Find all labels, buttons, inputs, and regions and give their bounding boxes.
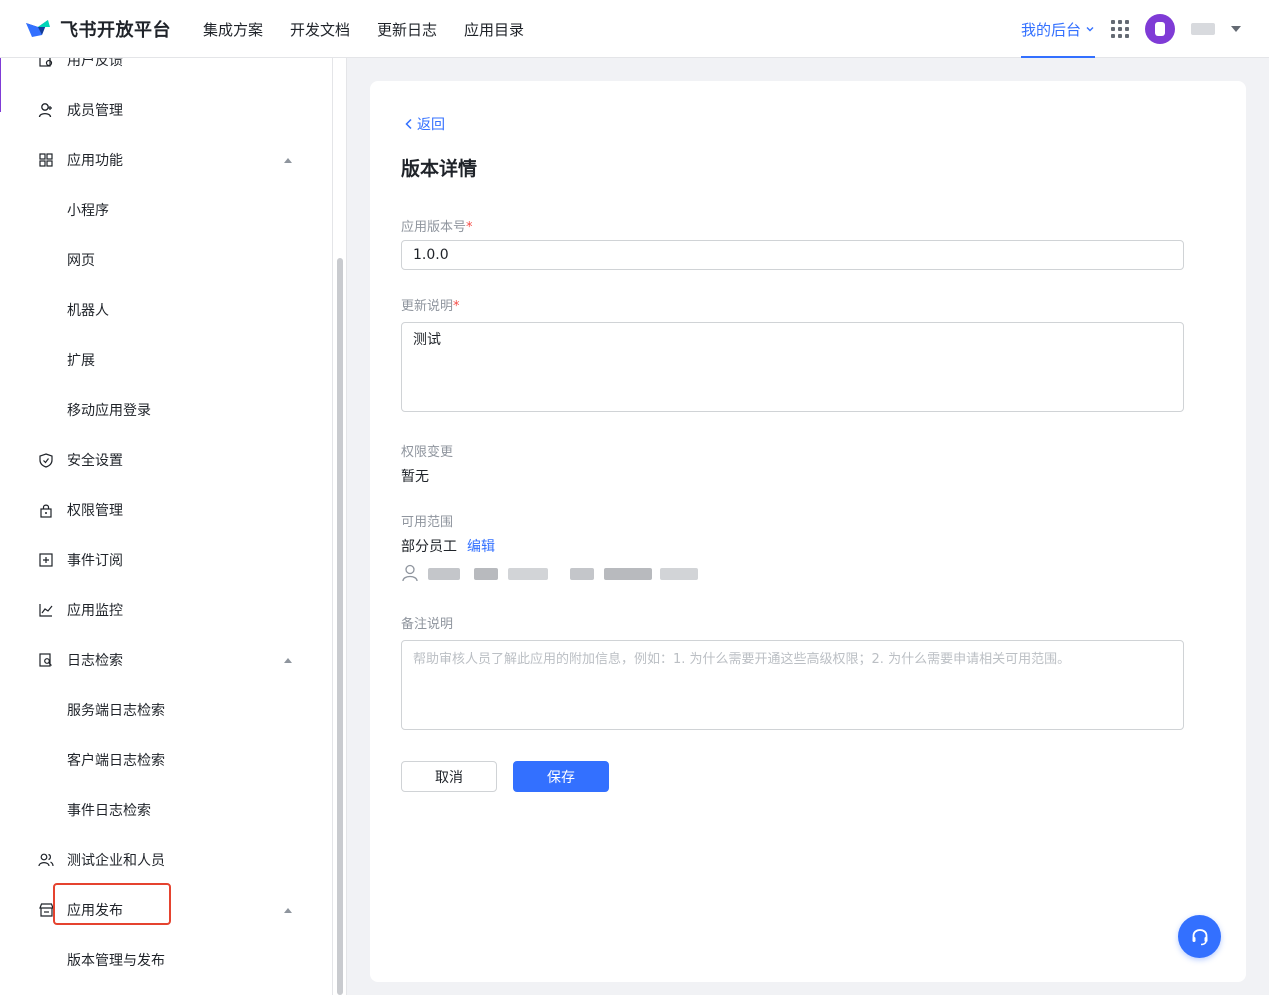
sidebar-item-log-search[interactable]: 日志检索 bbox=[0, 642, 320, 678]
nav-changelog[interactable]: 更新日志 bbox=[377, 19, 437, 40]
person-icon bbox=[402, 564, 418, 582]
top-right-actions: 我的后台 bbox=[1020, 0, 1241, 58]
plus-box-icon bbox=[38, 552, 54, 568]
collapse-arrow-icon[interactable] bbox=[284, 157, 292, 163]
nav-app-directory[interactable]: 应用目录 bbox=[464, 19, 524, 40]
sidebar-item-label: 安全设置 bbox=[67, 453, 123, 469]
my-backend-label: 我的后台 bbox=[1020, 20, 1081, 39]
notes-label: 更新说明* bbox=[401, 299, 460, 314]
scope-row: 部分员工 编辑 bbox=[401, 536, 495, 556]
sidebar-item-label: 服务端日志检索 bbox=[67, 703, 165, 719]
apps-grid-icon[interactable] bbox=[1111, 20, 1129, 38]
sidebar-item-version-management[interactable]: 版本管理与发布 bbox=[0, 942, 320, 978]
support-button[interactable] bbox=[1178, 915, 1221, 958]
sidebar-item-label: 事件订阅 bbox=[67, 553, 123, 569]
sidebar-item-server-logs[interactable]: 服务端日志检索 bbox=[0, 692, 320, 728]
sidebar-item-label: 版本管理与发布 bbox=[67, 953, 165, 969]
sidebar-item-web[interactable]: 网页 bbox=[0, 242, 320, 278]
sidebar: 用户反馈 成员管理 应用功能 小程序 网页 机器人 扩展 移动应用登录 安全设置 bbox=[0, 58, 333, 995]
grid-icon bbox=[38, 152, 54, 168]
sidebar-item-label: 日志检索 bbox=[67, 653, 123, 669]
remark-placeholder: 帮助审核人员了解此应用的附加信息，例如：1. 为什么需要开通这些高级权限；2. … bbox=[413, 652, 1071, 667]
store-icon bbox=[38, 902, 54, 918]
sidebar-item-label: 事件日志检索 bbox=[67, 803, 151, 819]
sidebar-item-monitoring[interactable]: 应用监控 bbox=[0, 592, 320, 628]
page-title: 版本详情 bbox=[401, 158, 478, 180]
main-nav: 集成方案 开发文档 更新日志 应用目录 bbox=[203, 0, 524, 58]
user-add-icon bbox=[38, 102, 54, 118]
collapse-arrow-icon[interactable] bbox=[284, 907, 292, 913]
sidebar-item-event-logs[interactable]: 事件日志检索 bbox=[0, 792, 320, 828]
scope-edit-link[interactable]: 编辑 bbox=[467, 539, 495, 555]
chevron-left-icon bbox=[405, 118, 412, 130]
top-bar: 飞书开放平台 集成方案 开发文档 更新日志 应用目录 我的后台 bbox=[0, 0, 1269, 58]
remark-label: 备注说明 bbox=[401, 617, 454, 632]
sidebar-item-label: 扩展 bbox=[67, 353, 95, 369]
scope-value: 部分员工 bbox=[401, 539, 457, 555]
brand-name: 飞书开放平台 bbox=[60, 20, 171, 41]
search-doc-icon bbox=[38, 652, 54, 668]
sidebar-item-client-logs[interactable]: 客户端日志检索 bbox=[0, 742, 320, 778]
sidebar-item-bot[interactable]: 机器人 bbox=[0, 292, 320, 328]
collapse-arrow-icon[interactable] bbox=[284, 657, 292, 663]
save-button[interactable]: 保存 bbox=[513, 761, 609, 792]
sidebar-item-mini-program[interactable]: 小程序 bbox=[0, 192, 320, 228]
sidebar-item-app-features[interactable]: 应用功能 bbox=[0, 142, 320, 178]
sidebar-item-security[interactable]: 安全设置 bbox=[0, 442, 320, 478]
version-input[interactable]: 1.0.0 bbox=[401, 240, 1184, 270]
sidebar-item-label: 小程序 bbox=[67, 203, 109, 219]
sidebar-item-label: 权限管理 bbox=[67, 503, 123, 519]
sidebar-item-test-tenants[interactable]: 测试企业和人员 bbox=[0, 842, 320, 878]
feishu-logo-icon bbox=[26, 20, 50, 37]
sidebar-item-permissions[interactable]: 权限管理 bbox=[0, 492, 320, 528]
shield-icon bbox=[38, 452, 54, 468]
sidebar-item-label: 移动应用登录 bbox=[67, 403, 151, 419]
sidebar-item-label: 用户反馈 bbox=[67, 58, 123, 69]
sidebar-item-events[interactable]: 事件订阅 bbox=[0, 542, 320, 578]
user-name-redacted bbox=[1191, 23, 1215, 35]
sidebar-item-label: 测试企业和人员 bbox=[67, 853, 165, 869]
nav-docs[interactable]: 开发文档 bbox=[290, 19, 350, 40]
perm-label: 权限变更 bbox=[401, 445, 454, 460]
sidebar-item-label: 应用监控 bbox=[67, 603, 123, 619]
scope-label: 可用范围 bbox=[401, 515, 454, 530]
sidebar-item-label: 网页 bbox=[67, 253, 95, 269]
feedback-icon bbox=[38, 58, 54, 68]
avatar[interactable] bbox=[1145, 14, 1175, 44]
notes-textarea[interactable]: 测试 bbox=[401, 322, 1184, 412]
back-label: 返回 bbox=[417, 117, 445, 133]
sidebar-item-label: 客户端日志检索 bbox=[67, 753, 165, 769]
perm-value: 暂无 bbox=[401, 469, 429, 485]
caret-down-icon[interactable] bbox=[1231, 26, 1241, 32]
active-item-highlight bbox=[53, 883, 171, 925]
sidebar-item-label: 应用功能 bbox=[67, 153, 123, 169]
headset-icon bbox=[1192, 928, 1207, 945]
required-mark: * bbox=[453, 299, 460, 314]
sidebar-item-members[interactable]: 成员管理 bbox=[0, 92, 320, 128]
lock-icon bbox=[38, 502, 54, 518]
sidebar-item-mobile-login[interactable]: 移动应用登录 bbox=[0, 392, 320, 428]
back-link[interactable]: 返回 bbox=[404, 114, 445, 134]
sidebar-item-extension[interactable]: 扩展 bbox=[0, 342, 320, 378]
version-detail-card bbox=[370, 81, 1246, 982]
logo[interactable]: 飞书开放平台 bbox=[24, 16, 171, 42]
remark-textarea[interactable]: 帮助审核人员了解此应用的附加信息，例如：1. 为什么需要开通这些高级权限；2. … bbox=[401, 640, 1184, 730]
users-icon bbox=[38, 852, 54, 868]
sidebar-item-label: 机器人 bbox=[67, 303, 109, 319]
nav-solutions[interactable]: 集成方案 bbox=[203, 19, 263, 40]
sidebar-item-label: 成员管理 bbox=[67, 103, 123, 119]
my-backend-menu[interactable]: 我的后台 bbox=[1020, 0, 1096, 58]
sidebar-scrollbar-thumb[interactable] bbox=[337, 258, 343, 995]
version-label: 应用版本号* bbox=[401, 220, 473, 235]
required-mark: * bbox=[466, 220, 473, 235]
cancel-button[interactable]: 取消 bbox=[401, 761, 497, 792]
sidebar-item-feedback[interactable]: 用户反馈 bbox=[0, 58, 320, 78]
chart-icon bbox=[38, 602, 54, 618]
chevron-down-icon bbox=[1086, 27, 1094, 32]
